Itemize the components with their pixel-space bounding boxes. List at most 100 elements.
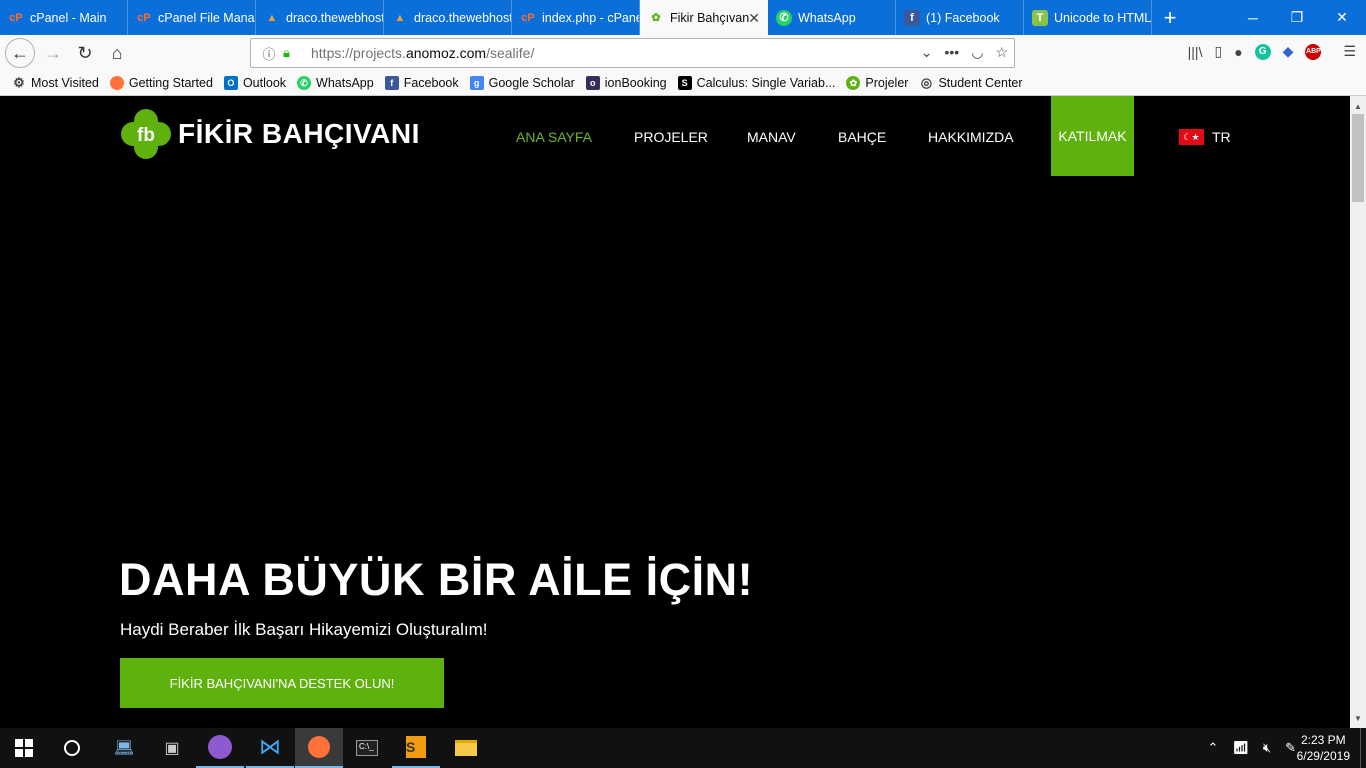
bookmark-star-icon[interactable]: ☆: [995, 44, 1008, 61]
cpanel-icon: cP: [9, 11, 23, 24]
adblock-icon[interactable]: ABP: [1305, 43, 1322, 60]
new-tab-button[interactable]: +: [1152, 0, 1188, 35]
address-bar[interactable]: ⓘ 🔒︎ https://projects.anomoz.com/sealife…: [250, 38, 1015, 68]
volume-muted-icon[interactable]: 🔇︎: [1263, 740, 1271, 756]
tab-label: Fikir Bahçıvanı: [670, 10, 750, 25]
cpanel-icon: cP: [137, 11, 151, 24]
extension-icon[interactable]: ◆: [1283, 43, 1294, 60]
close-window-button[interactable]: ✕: [1318, 0, 1366, 35]
pocket-icon[interactable]: ◡: [971, 44, 983, 61]
taskbar-app-github[interactable]: [196, 728, 244, 768]
scroll-up-arrow[interactable]: ▲: [1350, 98, 1366, 114]
home-button[interactable]: ⌂: [102, 39, 132, 67]
menu-icon[interactable]: ☰: [1343, 43, 1356, 60]
url-text[interactable]: https://projects.anomoz.com/sealife/: [311, 45, 534, 61]
page-viewport: fb FİKİR BAHÇIVANI ANA SAYFA PROJELER MA…: [0, 96, 1350, 728]
menu-projeler[interactable]: PROJELER: [634, 129, 708, 145]
system-tray: ⌃ 📶︎ 🔇︎ ✎: [1207, 740, 1296, 756]
bookmark-most-visited[interactable]: ⚙ Most Visited: [12, 75, 99, 90]
scroll-down-arrow[interactable]: ▼: [1350, 710, 1366, 726]
grammarly-icon[interactable]: G: [1254, 43, 1271, 60]
back-button[interactable]: ←: [5, 38, 35, 68]
forward-button[interactable]: →: [38, 39, 68, 67]
wifi-icon[interactable]: 📶︎: [1232, 740, 1249, 756]
account-icon[interactable]: ●: [1234, 44, 1242, 60]
tab-strip: cP cPanel - Main cP cPanel File Manager ▲ d…: [0, 0, 1366, 35]
show-hidden-icons-icon[interactable]: ⌃: [1207, 740, 1218, 756]
more-actions-icon[interactable]: •••: [945, 44, 960, 61]
menu-bahce[interactable]: BAHÇE: [838, 129, 886, 145]
taskbar-app-terminal[interactable]: C:\_: [343, 728, 391, 768]
minimize-button[interactable]: ─: [1229, 0, 1277, 35]
lock-icon: 🔒︎: [283, 45, 290, 60]
ion-icon: o: [585, 76, 600, 90]
start-button[interactable]: [0, 728, 48, 768]
tab-index-php[interactable]: cP index.php - cPanel: [512, 0, 640, 35]
bookmark-google-scholar[interactable]: g Google Scholar: [469, 76, 575, 90]
clock-date: 6/29/2019: [1296, 749, 1350, 763]
globe-icon: ◎: [920, 75, 933, 90]
page-scrollbar[interactable]: ▲ ▼: [1350, 96, 1366, 728]
scholar-icon: g: [469, 76, 484, 90]
bookmark-getting-started[interactable]: Getting Started: [109, 76, 213, 90]
tab-label: draco.thewebhost: [414, 10, 511, 25]
whatsapp-icon: ✆: [776, 9, 792, 26]
pen-icon[interactable]: ✎: [1285, 740, 1296, 756]
windows-taskbar: 💻︎ ▣ ⋈ C:\_ S ⌃ 📶︎ 🔇︎ ✎ 2:23 PM 6/29/201…: [0, 728, 1366, 768]
s-icon: S: [677, 76, 692, 90]
reload-button[interactable]: ↻: [70, 39, 100, 67]
cpanel-icon: cP: [521, 11, 535, 24]
scroll-thumb[interactable]: [1352, 114, 1364, 202]
tab-cpanel-main[interactable]: cP cPanel - Main: [0, 0, 128, 35]
search-button[interactable]: [48, 728, 96, 768]
sidebar-icon[interactable]: ▯: [1214, 43, 1222, 60]
firefox-icon: [109, 76, 124, 90]
bookmark-projeler[interactable]: ✿ Projeler: [846, 76, 908, 90]
menu-manav[interactable]: MANAV: [747, 129, 796, 145]
taskbar-app-firefox[interactable]: [295, 728, 343, 768]
tab-fikir-bahcivani[interactable]: ✿ Fikir Bahçıvanı ✕: [640, 0, 768, 35]
bookmark-calculus[interactable]: S Calculus: Single Variab...: [677, 76, 835, 90]
github-icon: [208, 735, 232, 759]
tab-whatsapp[interactable]: ✆ WhatsApp: [768, 0, 896, 35]
search-circle-icon: [64, 740, 80, 756]
restore-button[interactable]: ❐: [1273, 0, 1321, 35]
tab-draco-1[interactable]: ▲ draco.thewebhost: [256, 0, 384, 35]
close-tab-icon[interactable]: ✕: [748, 10, 760, 27]
system-clock[interactable]: 2:23 PM 6/29/2019: [1297, 732, 1350, 764]
bookmark-student-center[interactable]: ◎ Student Center: [919, 75, 1023, 90]
support-button[interactable]: FİKİR BAHÇIVANI'NA DESTEK OLUN!: [120, 658, 444, 708]
bookmark-ionbooking[interactable]: o ionBooking: [585, 76, 667, 90]
hosting-icon: ▲: [266, 11, 278, 24]
sublime-icon: S: [406, 736, 426, 758]
menu-ana-sayfa[interactable]: ANA SAYFA: [516, 129, 592, 145]
menu-hakkimizda[interactable]: HAKKIMIZDA: [928, 129, 1014, 145]
turkey-flag-icon[interactable]: ☾★: [1179, 129, 1204, 145]
outlook-icon: O: [223, 76, 238, 90]
join-button[interactable]: KATILMAK: [1051, 96, 1134, 176]
bookmark-outlook[interactable]: O Outlook: [223, 76, 286, 90]
taskbar-app-photos[interactable]: ▣: [148, 728, 196, 768]
library-icon[interactable]: |||\: [1188, 44, 1203, 60]
show-desktop-button[interactable]: [1360, 728, 1366, 768]
bookmark-facebook[interactable]: f Facebook: [384, 76, 459, 90]
tab-label: cPanel - Main: [30, 10, 107, 25]
hero-subtitle: Haydi Beraber İlk Başarı Hikayemizi Oluş…: [120, 620, 488, 639]
tab-draco-2[interactable]: ▲ draco.thewebhost: [384, 0, 512, 35]
tab-facebook[interactable]: f (1) Facebook: [896, 0, 1024, 35]
vscode-icon: ⋈: [259, 734, 281, 759]
language-selector[interactable]: TR: [1212, 129, 1231, 145]
whatsapp-icon: ✆: [297, 76, 312, 90]
fb-icon: ✿: [651, 12, 661, 24]
bookmark-whatsapp[interactable]: ✆ WhatsApp: [297, 76, 374, 90]
info-icon[interactable]: ⓘ: [259, 44, 279, 63]
gear-icon: ⚙: [13, 75, 25, 90]
tab-unicode[interactable]: T Unicode to HTML: [1024, 0, 1152, 35]
taskbar-app-laptop[interactable]: 💻︎: [100, 728, 148, 768]
taskbar-app-sublime[interactable]: S: [392, 728, 440, 768]
dropdown-icon[interactable]: ⌄: [921, 44, 933, 61]
taskbar-app-file-explorer[interactable]: [442, 728, 490, 768]
taskbar-app-vscode[interactable]: ⋈: [246, 728, 294, 768]
windows-icon: [15, 739, 33, 757]
tab-cpanel-file-manager[interactable]: cP cPanel File Manager: [128, 0, 256, 35]
